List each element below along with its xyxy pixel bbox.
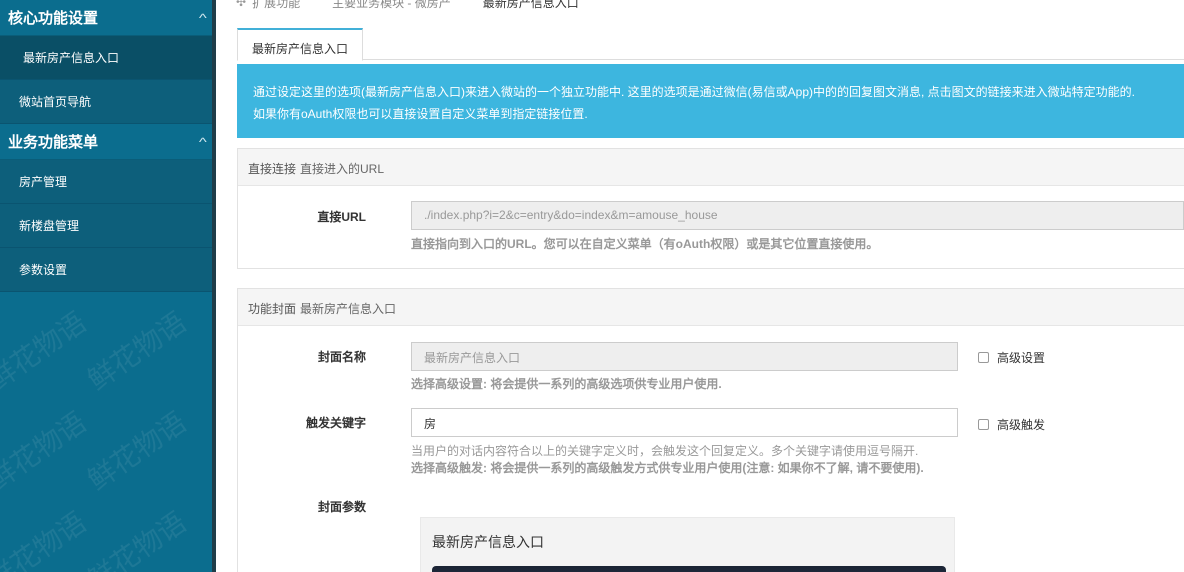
tab-latest-house-entry[interactable]: 最新房产信息入口	[237, 28, 364, 61]
panel-heading: 直接连接 直接进入的URL	[238, 149, 1184, 186]
breadcrumb-item[interactable]: 主要业务模块 - 微房产	[332, 0, 451, 10]
breadcrumb-item[interactable]: 最新房产信息入口	[483, 0, 579, 10]
sidebar-item-label: 参数设置	[19, 263, 68, 277]
watermark: 鲜花物语	[0, 506, 92, 572]
sidebar-item-home-nav[interactable]: 微站首页导航	[0, 80, 216, 124]
direct-url-label: 直接URL	[317, 210, 366, 224]
direct-url-help: 直接指向到入口的URL。您可以在自定义菜单（有oAuth权限）或是其它位置直接使…	[411, 237, 879, 251]
keyword-help: 当用户的对话内容符合以上的关键字定义时，会触发这个回复定义。多个关键字请使用逗号…	[411, 444, 919, 458]
sidebar-item-new-building-management[interactable]: 新楼盘管理	[0, 204, 216, 248]
keyword-field[interactable]: 房	[411, 408, 958, 437]
watermark: 鲜花物语	[82, 506, 192, 572]
panel-subtitle: 最新房产信息入口	[300, 302, 397, 316]
sidebar: 核心功能设置 ^ 最新房产信息入口 微站首页导航 业务功能菜单 ^ 房产管理 新…	[0, 0, 216, 572]
main-content: ✣ 扩展功能 主要业务模块 - 微房产 最新房产信息入口 最新房产信息入口 通过设…	[216, 0, 1184, 572]
sidebar-group-title: 业务功能菜单	[8, 134, 99, 151]
panel-title: 功能封面	[248, 302, 297, 316]
advanced-trigger-help: 选择高级触发: 将会提供一系列的高级触发方式供专业用户使用(注意: 如果你不了解…	[411, 461, 924, 475]
watermark: 鲜花物语	[0, 306, 92, 397]
chevron-up-icon[interactable]: ^	[199, 135, 207, 149]
watermark: 鲜花物语	[0, 406, 92, 497]
checkbox-label: 高级触发	[997, 418, 1046, 432]
checkbox-icon[interactable]	[978, 352, 989, 363]
sidebar-item-label: 最新房产信息入口	[23, 51, 120, 65]
sidebar-group-business[interactable]: 业务功能菜单 ^	[0, 124, 216, 160]
cover-name-field[interactable]: 最新房产信息入口	[411, 342, 958, 371]
sidebar-item-house-management[interactable]: 房产管理	[0, 160, 216, 204]
breadcrumb: ✣ 扩展功能 主要业务模块 - 微房产 最新房产信息入口	[236, 0, 579, 10]
chevron-up-icon[interactable]: ^	[199, 11, 207, 25]
watermark: 鲜花物语	[82, 406, 192, 497]
keyword-label: 触发关键字	[305, 416, 366, 430]
alert-line: 通过设定这里的选项(最新房产信息入口)来进入微站的一个独立功能中. 这里的选项是…	[253, 85, 1136, 99]
watermark: 鲜花物语	[82, 306, 192, 397]
panel-heading: 功能封面 最新房产信息入口	[238, 289, 1184, 326]
tab-bar: 最新房产信息入口	[237, 28, 1184, 61]
puzzle-icon: ✣	[236, 0, 247, 9]
sidebar-group-core[interactable]: 核心功能设置 ^	[0, 0, 216, 36]
sidebar-item-label: 新楼盘管理	[19, 219, 80, 233]
cover-params-label: 封面参数	[317, 500, 366, 514]
sidebar-group-title: 核心功能设置	[8, 10, 99, 27]
panel-title: 直接连接	[248, 162, 297, 176]
cover-name-label: 封面名称	[317, 350, 366, 364]
info-alert: 通过设定这里的选项(最新房产信息入口)来进入微站的一个独立功能中. 这里的选项是…	[237, 64, 1184, 138]
preview-title: 最新房产信息入口	[432, 534, 544, 550]
sidebar-item-label: 房产管理	[19, 175, 68, 189]
sidebar-item-label: 微站首页导航	[19, 95, 92, 109]
breadcrumb-item[interactable]: ✣ 扩展功能	[236, 0, 300, 10]
panel-subtitle: 直接进入的URL	[300, 162, 385, 176]
checkbox-icon[interactable]	[978, 419, 989, 430]
cover-preview-card: 最新房产信息入口	[420, 517, 955, 572]
sidebar-item-latest-house-entry[interactable]: 最新房产信息入口	[0, 36, 216, 80]
alert-line: 如果你有oAuth权限也可以直接设置自定义菜单到指定链接位置.	[253, 107, 588, 121]
preview-image	[432, 566, 946, 572]
checkbox-label: 高级设置	[997, 351, 1046, 365]
sidebar-item-parameter-settings[interactable]: 参数设置	[0, 248, 216, 292]
cover-name-help: 选择高级设置: 将会提供一系列的高级选项供专业用户使用.	[411, 377, 722, 391]
direct-url-field[interactable]: ./index.php?i=2&c=entry&do=index&m=amous…	[411, 201, 1184, 230]
advanced-trigger-checkbox[interactable]: 高级触发	[978, 416, 1045, 433]
advanced-settings-checkbox[interactable]: 高级设置	[978, 349, 1045, 366]
